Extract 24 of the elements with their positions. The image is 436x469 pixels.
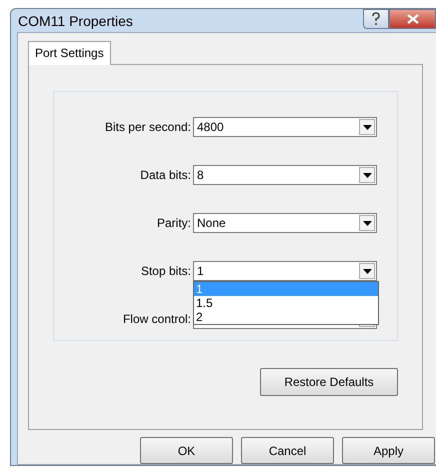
help-icon (371, 12, 381, 26)
field-label: Data bits: (139, 168, 192, 182)
help-button[interactable] (363, 9, 389, 29)
field-label: Parity: (156, 216, 192, 230)
close-button[interactable] (389, 9, 436, 29)
dropdown-arrow-icon (362, 268, 372, 274)
dialog-button[interactable]: Apply (342, 437, 435, 464)
dropdown-arrow-icon (362, 172, 372, 178)
dropdown-arrow-icon (362, 124, 372, 130)
restore-defaults-button[interactable]: Restore Defaults (260, 368, 398, 396)
dropdown-option[interactable]: 1.5 (194, 296, 378, 310)
close-icon (406, 14, 418, 24)
dropdown-field[interactable]: 8 (193, 165, 377, 185)
dropdown-arrow-icon (362, 220, 372, 226)
tab[interactable]: Port Settings (28, 41, 111, 65)
dropdown-field[interactable]: None (193, 213, 377, 233)
dropdown-field[interactable]: 4800 (193, 117, 377, 137)
dialog-button[interactable]: OK (140, 437, 233, 464)
field-label: Stop bits: (140, 264, 192, 278)
dropdown-option[interactable]: 2 (194, 310, 378, 324)
dialog-button[interactable]: Cancel (241, 437, 334, 464)
field-label: Bits per second: (104, 120, 192, 134)
field-label: Flow control: (122, 312, 192, 326)
window-title: COM11 Properties (18, 12, 133, 28)
